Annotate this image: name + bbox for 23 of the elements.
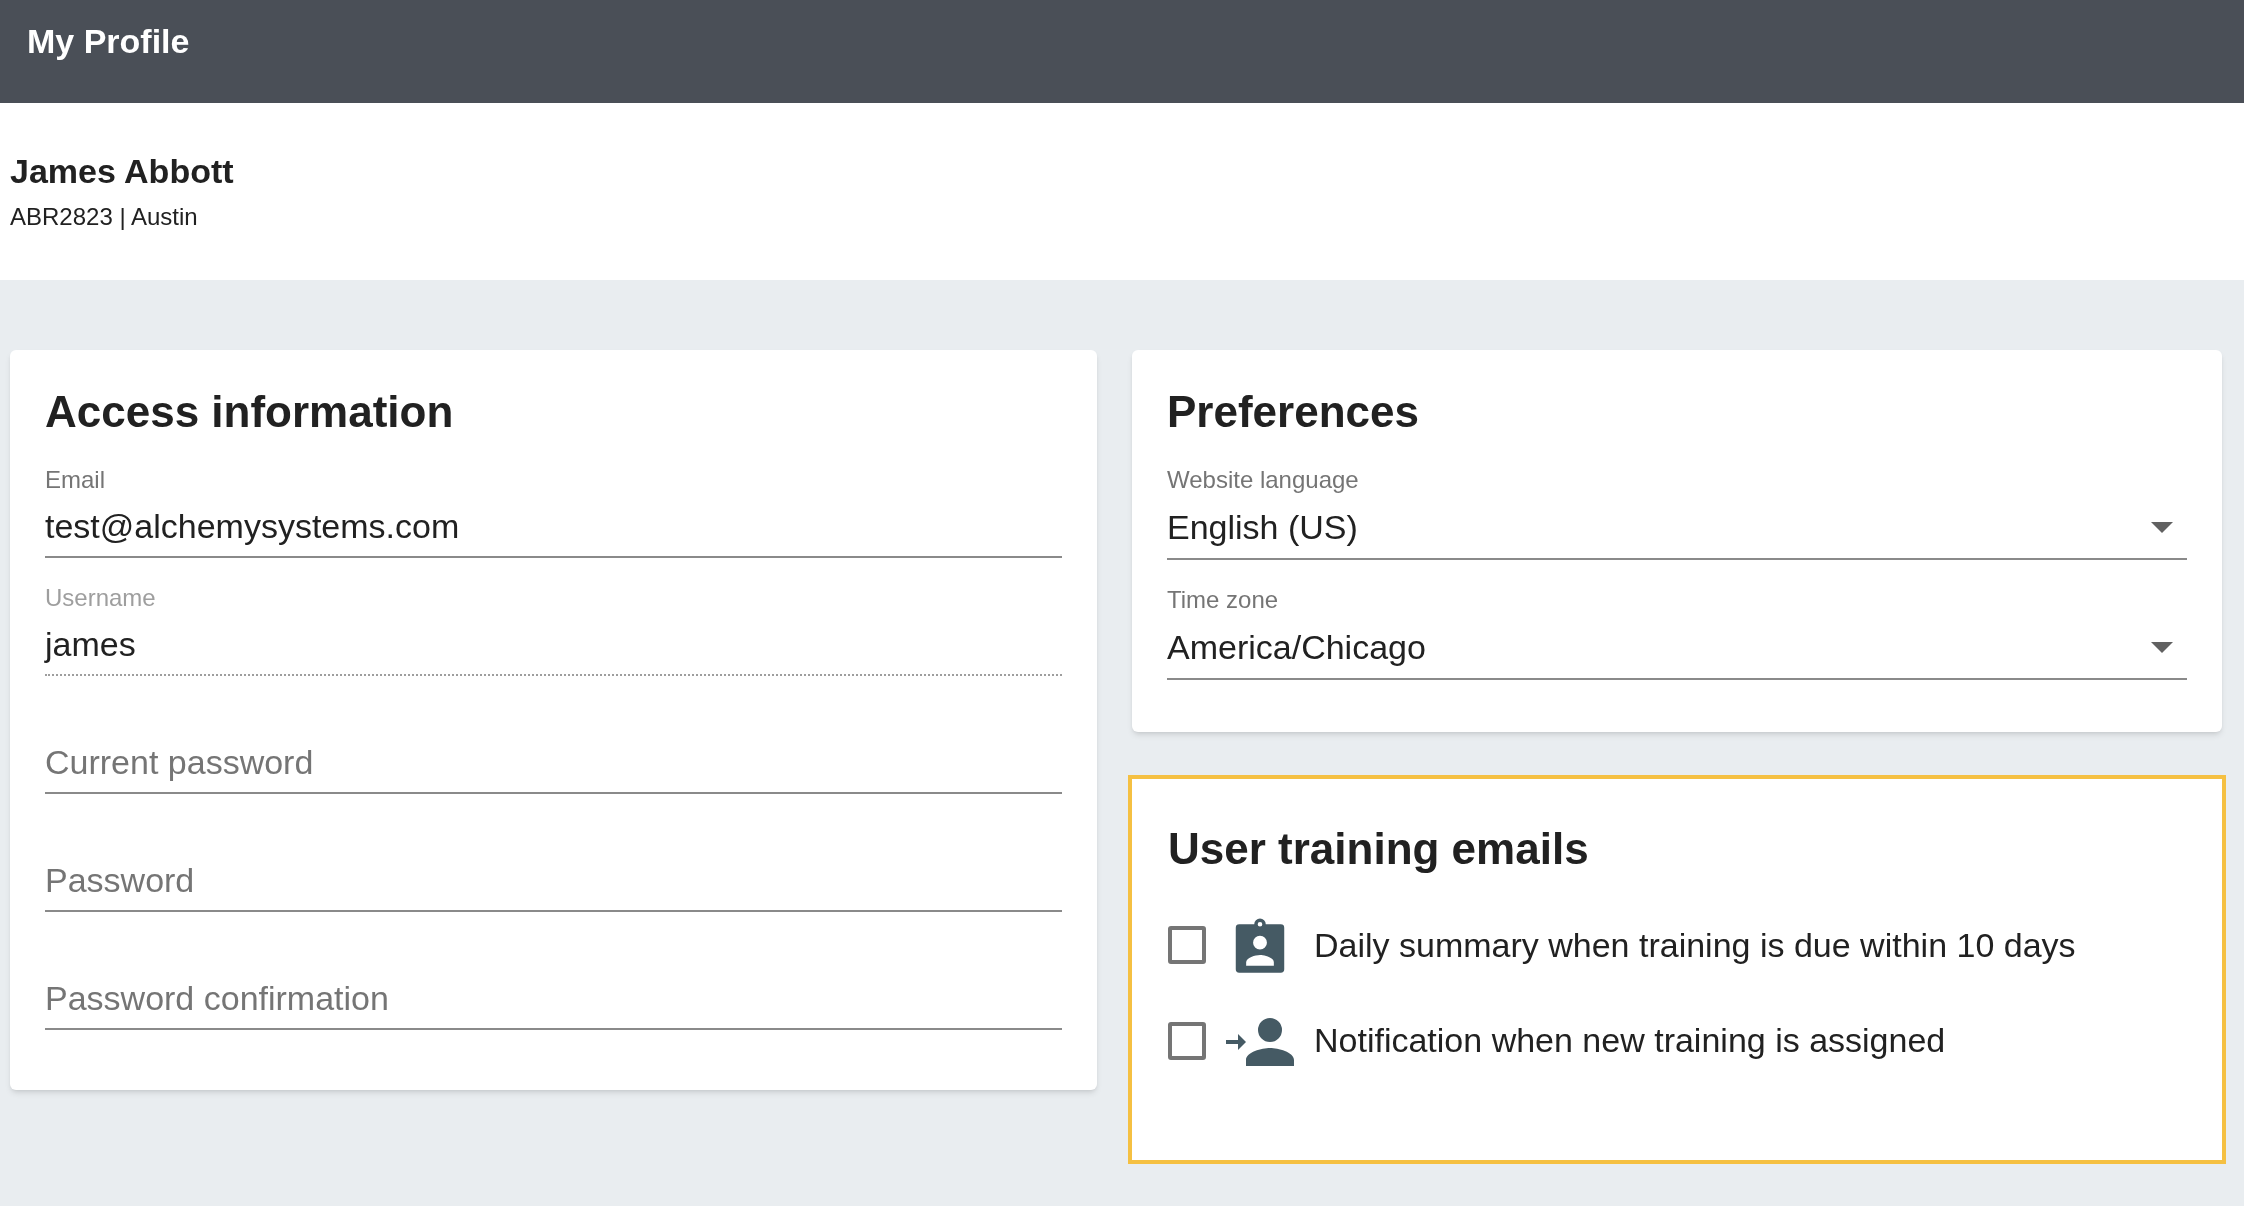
field-label: Username <box>45 583 157 613</box>
user-details: ABR2823 | Austin <box>10 202 198 232</box>
dropdown-arrow-icon <box>2151 521 2173 533</box>
card-title: User training emails <box>1168 823 1590 875</box>
person-with-arrow-icon <box>1226 1015 1294 1066</box>
checkbox[interactable] <box>1168 926 1206 964</box>
input-field[interactable]: Current password <box>45 732 1062 794</box>
input-field[interactable]: Password <box>45 850 1062 912</box>
page-title: My Profile <box>27 22 190 60</box>
select-field[interactable]: America/Chicago <box>1167 616 2187 680</box>
dropdown-arrow-icon <box>2151 641 2173 653</box>
option-label: Daily summary when training is due within 10 days <box>1314 924 2076 966</box>
card-title: Preferences <box>1167 386 1420 438</box>
input-field[interactable]: Password confirmation <box>45 968 1062 1030</box>
user-name: James Abbott <box>10 151 234 192</box>
field-label: Website language <box>1167 465 1360 495</box>
card-title: Access information <box>45 386 455 438</box>
checkbox[interactable] <box>1168 1021 1206 1060</box>
select-field[interactable]: English (US) <box>1167 496 2187 560</box>
field-label: Time zone <box>1167 585 1280 615</box>
field-label: Email <box>45 465 106 495</box>
input-field[interactable]: test@alchemysystems.com <box>45 496 1062 558</box>
option-label: Notification when new training is assigned <box>1314 1020 1946 1061</box>
